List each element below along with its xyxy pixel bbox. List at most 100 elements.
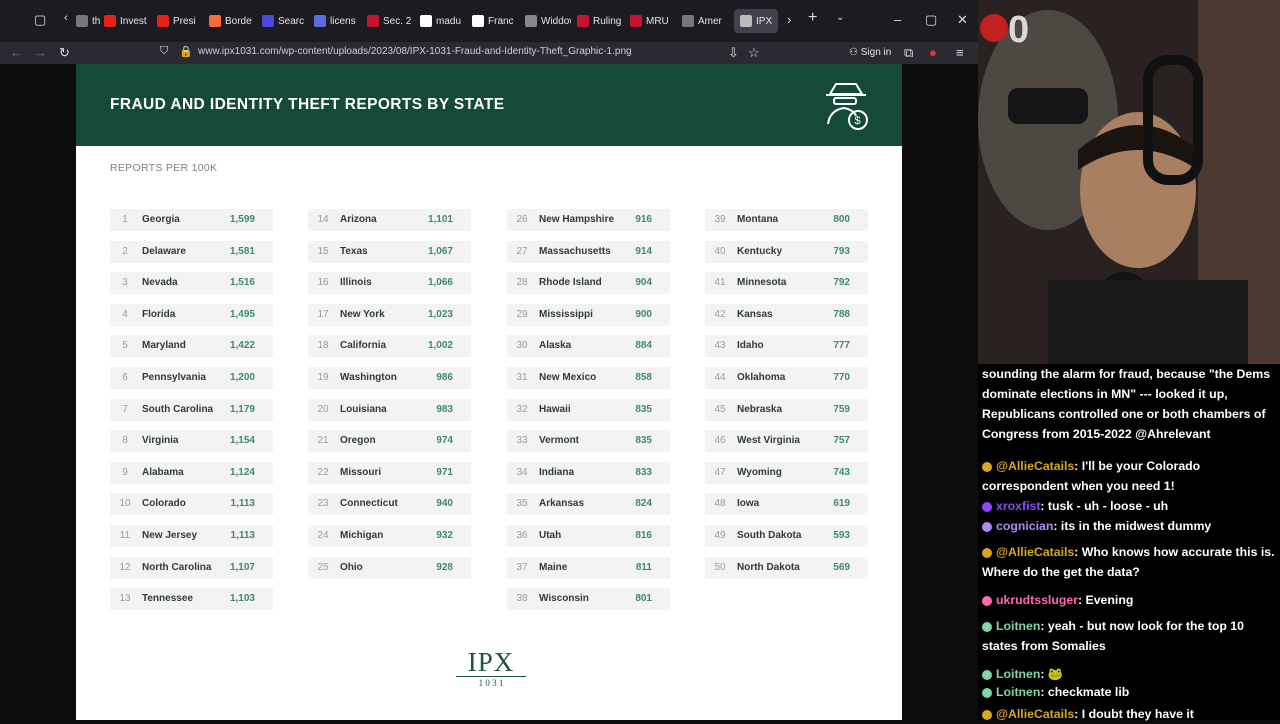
chat-username[interactable]: @AllieCatails [996, 545, 1074, 559]
tab-label: Borde [225, 15, 252, 27]
ranking-rank: 9 [122, 466, 128, 478]
ranking-row: 5 Maryland 1,422 [110, 335, 273, 358]
ranking-state: West Virginia [737, 435, 800, 447]
ranking-row: 7 South Carolina 1,179 [110, 398, 273, 421]
new-tab-button[interactable]: + [808, 9, 817, 27]
ranking-state: California [340, 340, 387, 352]
ranking-rank: 19 [317, 372, 329, 383]
browser-tab[interactable]: Presi [157, 9, 203, 33]
chat-badge-icon [982, 521, 992, 532]
ranking-value: 916 [635, 214, 652, 225]
tab-label: Widdows [541, 15, 571, 27]
ranking-rank: 49 [714, 530, 726, 541]
browser-tab[interactable]: licens [314, 9, 360, 33]
ranking-value: 777 [833, 340, 850, 352]
ublock-icon[interactable]: ● [929, 45, 937, 60]
ranking-row: 37 Maine 811 [507, 556, 670, 579]
chat-message: @AllieCatails: Who knows how accurate th… [982, 542, 1276, 582]
browser-tab[interactable]: Widdows [525, 9, 571, 33]
ranking-value: 904 [635, 277, 652, 289]
ranking-row: 32 Hawaii 835 [507, 398, 670, 421]
ranking-row: 47 Wyoming 743 [705, 461, 868, 484]
ranking-row: 36 Utah 816 [507, 525, 670, 547]
scroll-tabs-left-icon[interactable]: ‹ [64, 12, 68, 24]
sign-in-button[interactable]: ⚇ Sign in [849, 47, 891, 58]
ranking-row: 15 Texas 1,067 [308, 240, 471, 263]
ranking-row: 11 New Jersey 1,113 [110, 525, 273, 547]
ranking-state: Connecticut [340, 498, 398, 510]
list-tabs-icon[interactable]: ⌄ [836, 12, 844, 23]
chat-message: sounding the alarm for fraud, because "t… [982, 364, 1276, 444]
chat-username[interactable]: Loitnen [996, 667, 1040, 681]
ranking-value: 1,495 [229, 308, 255, 320]
tab-label: Franc [488, 15, 514, 27]
chat-badge-icon [982, 461, 992, 472]
chat-username[interactable]: cognician [996, 519, 1053, 533]
save-page-icon[interactable]: ⇩ [728, 45, 739, 61]
scroll-tabs-right-icon[interactable]: › [787, 12, 791, 27]
browser-tab[interactable]: Franc [472, 9, 518, 33]
ranking-row: 18 California 1,002 [308, 335, 471, 358]
address-field[interactable]: www.ipx1031.com/wp-content/uploads/2023/… [198, 46, 632, 57]
tab-label: licens [330, 15, 356, 27]
forward-icon[interactable]: → [34, 45, 47, 60]
ranking-rank: 7 [122, 403, 128, 415]
menu-icon[interactable]: ≡ [956, 45, 964, 60]
ranking-state: Hawaii [539, 403, 571, 415]
chat-message: Loitnen: yeah - but now look for the top… [982, 616, 1276, 656]
browser-tab[interactable]: Sec. 2 [367, 9, 413, 33]
ranking-rank: 37 [516, 561, 528, 573]
chat-text: sounding the alarm for fraud, because "t… [982, 367, 1271, 441]
ranking-row: 14 Arizona 1,101 [308, 209, 471, 231]
lock-icon[interactable]: 🔒 [179, 45, 193, 58]
tab-label: th [92, 15, 101, 27]
chat-username[interactable]: ukrudtssluger [996, 593, 1078, 607]
browser-tab[interactable]: Invest [104, 9, 150, 33]
chat-username[interactable]: Loitnen [996, 619, 1040, 633]
bookmark-star-icon[interactable]: ☆ [748, 45, 760, 61]
ranking-row: 12 North Carolina 1,107 [110, 556, 273, 579]
shield-icon[interactable]: ⛉ [160, 45, 168, 58]
tab-label: Ruling [593, 15, 622, 27]
browser-tab[interactable]: Ruling [577, 9, 623, 33]
browser-tab[interactable]: Borde [209, 9, 255, 33]
chat-username[interactable]: @AllieCatails [996, 707, 1074, 721]
chat-text: : I doubt they have it [1074, 707, 1194, 721]
logo-text: IPX [467, 647, 515, 677]
extensions-icon[interactable]: ⧉ [904, 45, 913, 61]
browser-tab[interactable]: Searc [262, 9, 308, 33]
reload-icon[interactable]: ↻ [59, 45, 70, 61]
ranking-rank: 14 [317, 214, 329, 225]
chat-username[interactable]: @AllieCatails [996, 459, 1074, 473]
infographic-title: FRAUD AND IDENTITY THEFT REPORTS BY STAT… [110, 96, 505, 113]
ranking-value: 858 [635, 372, 652, 383]
close-window-icon[interactable]: ✕ [957, 12, 968, 28]
ranking-rank: 32 [516, 403, 528, 415]
ranking-row: 35 Arkansas 824 [507, 493, 670, 516]
chat-username[interactable]: Loitnen [996, 685, 1040, 699]
browser-tab[interactable]: madu [420, 9, 466, 33]
chat-badge-icon [982, 501, 992, 512]
ranking-state: Vermont [539, 435, 580, 447]
back-icon[interactable]: ← [10, 45, 23, 60]
ranking-rank: 27 [516, 245, 528, 257]
browser-tab[interactable]: MRU [630, 9, 676, 33]
ipx-logo: IPX 1 0 3 1 [456, 648, 526, 689]
tab-overview-icon[interactable]: ▢ [34, 12, 46, 28]
ranking-value: 1,103 [229, 593, 255, 605]
browser-tab[interactable]: IPX✕ [734, 9, 778, 33]
chat-username[interactable]: xroxfist [996, 499, 1040, 513]
minimize-icon[interactable]: – [894, 12, 901, 27]
browser-tab[interactable]: Amer [682, 9, 728, 33]
chat-text: : checkmate lib [1040, 685, 1130, 699]
tab-label: Amer [698, 15, 722, 27]
chat-message: ukrudtssluger: Evening [982, 590, 1276, 610]
ranking-state: Virginia [142, 435, 179, 447]
ranking-row: 3 Nevada 1,516 [110, 272, 273, 295]
ranking-state: Massachusetts [539, 245, 611, 257]
heart-overlay-icon [980, 14, 1008, 42]
infographic-banner: FRAUD AND IDENTITY THEFT REPORTS BY STAT… [76, 64, 902, 146]
ranking-value: 1,124 [229, 466, 255, 478]
ranking-row: 33 Vermont 835 [507, 430, 670, 453]
maximize-icon[interactable]: ▢ [925, 12, 937, 28]
